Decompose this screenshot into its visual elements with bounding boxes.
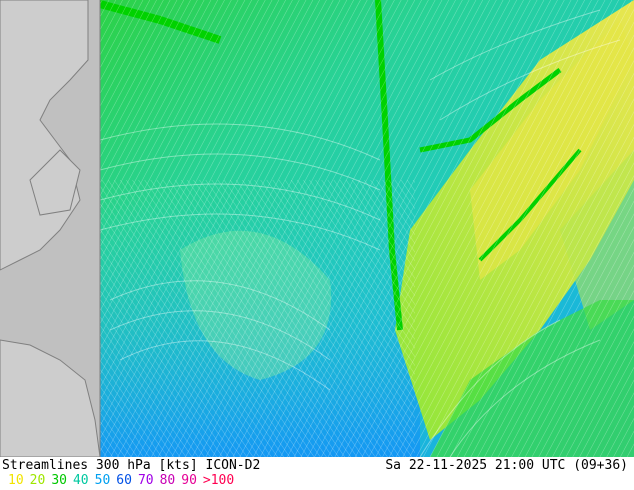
legend-item: 10 [8, 473, 24, 488]
streamline-texture-south [95, 180, 415, 457]
legend-item: 20 [29, 473, 46, 488]
speed-legend: 10 20 30 40 50 60 70 80 90 >100 [8, 474, 240, 488]
legend-item: 50 [94, 473, 111, 488]
legend-item: 80 [159, 473, 176, 488]
legend-item: >100 [202, 473, 235, 488]
map-title: Streamlines 300 hPa [kts] ICON-D2 [2, 458, 261, 473]
legend-item: 90 [181, 473, 197, 488]
legend-item: 70 [137, 473, 154, 488]
legend-item: 30 [51, 473, 67, 488]
map-footer: Streamlines 300 hPa [kts] ICON-D2 Sa 22-… [0, 457, 634, 490]
streamline-map [0, 0, 634, 457]
map-canvas [0, 0, 634, 457]
legend-item: 60 [116, 473, 132, 488]
valid-datetime: Sa 22-11-2025 21:00 UTC (09+36) [385, 458, 628, 473]
legend-item: 40 [72, 473, 89, 488]
